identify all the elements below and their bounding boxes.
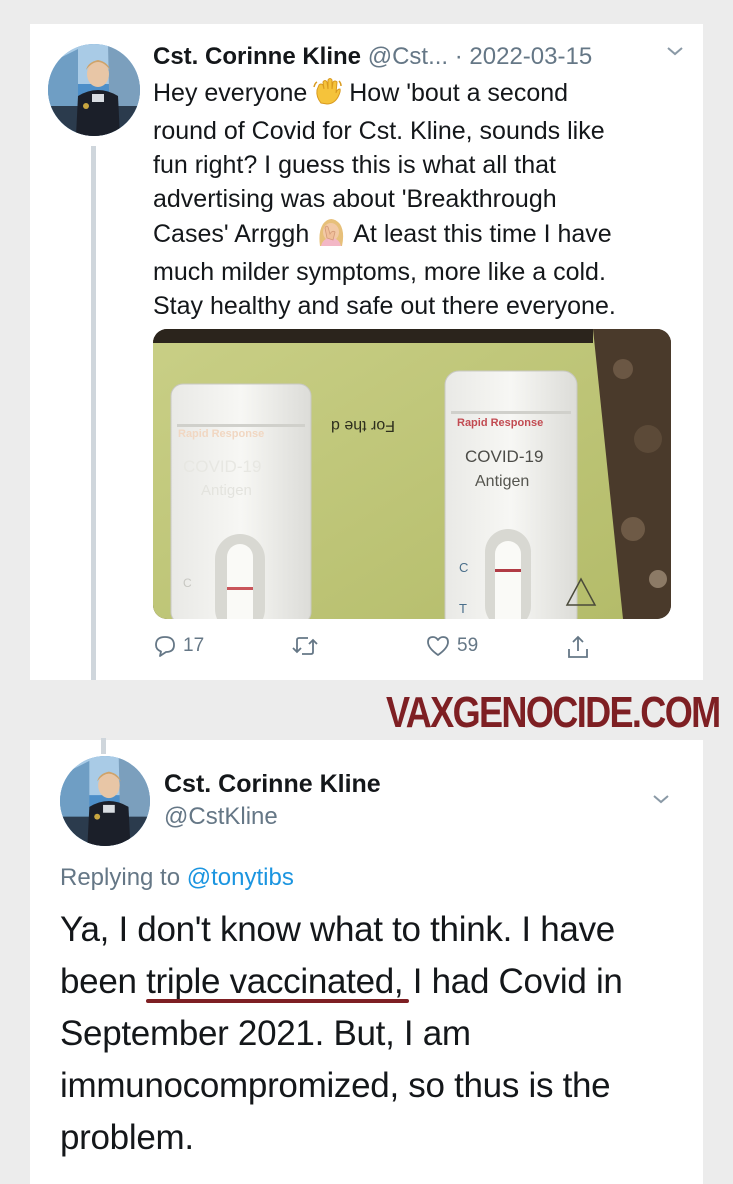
right-test-subtitle: Antigen	[475, 473, 529, 490]
author-name[interactable]: Cst. Corinne Kline	[164, 770, 381, 799]
chevron-down-icon[interactable]	[652, 792, 670, 810]
left-test-cassette	[170, 383, 312, 619]
share-icon	[565, 634, 591, 660]
replying-prefix: Replying to	[60, 864, 187, 891]
heart-icon	[425, 634, 451, 658]
watermark-text: VAXGENOCIDE.COM	[386, 688, 721, 737]
tweet-line: fun right? I guess this is what all that	[153, 151, 556, 179]
tweet-line: Stay healthy and safe out there everyone…	[153, 292, 616, 320]
paper-text: For the d	[331, 417, 395, 434]
left-test-label: Rapid Response	[178, 428, 264, 440]
share-button[interactable]	[565, 634, 591, 660]
author-handle[interactable]: @CstKline	[164, 803, 278, 831]
reply-icon	[153, 634, 177, 658]
tweet-line: much milder symptoms, more like a cold.	[153, 258, 606, 286]
retweet-button[interactable]	[291, 634, 325, 658]
left-test-c-mark: C	[183, 576, 192, 590]
thread-line	[101, 738, 106, 754]
tweet-line: advertising was about 'Breakthrough	[153, 185, 557, 213]
tweet-line: problem.	[60, 1118, 194, 1157]
tweet-header: Cst. Corinne Kline @Cst... · 2022-03-15	[153, 42, 592, 72]
tweet-card-1[interactable]: Cst. Corinne Kline @Cst... · 2022-03-15 …	[30, 24, 703, 680]
right-test-label: Rapid Response	[457, 417, 543, 429]
like-button[interactable]: 59	[425, 634, 478, 658]
tweet-line: been triple vaccinated, I had Covid in	[60, 962, 623, 1003]
facepalm-emoji	[315, 216, 347, 255]
tweet-line: round of Covid for Cst. Kline, sounds li…	[153, 117, 605, 145]
avatar[interactable]	[60, 756, 150, 846]
like-count: 59	[457, 635, 479, 656]
tweet-actions: 17 59	[153, 634, 673, 666]
author-handle[interactable]: @Cst...	[368, 43, 448, 70]
tweet-line: Ya, I don't know what to think. I have	[60, 910, 615, 949]
waving-hand-emoji	[313, 77, 343, 114]
underline-mark	[146, 999, 410, 1003]
tweet-date[interactable]: 2022-03-15	[469, 43, 592, 70]
thread-line	[91, 146, 96, 680]
reply-button[interactable]: 17	[153, 634, 204, 658]
tweet-photo[interactable]: Rapid Response COVID-19 Antigen C For th…	[153, 329, 671, 619]
right-test-c-mark: C	[459, 560, 468, 575]
tweet-text: Ya, I don't know what to think. I have b…	[60, 904, 680, 1164]
replying-to: Replying to @tonytibs	[60, 864, 294, 892]
tweet-line: immunocompromized, so thus is the	[60, 1066, 611, 1105]
reply-count: 17	[183, 635, 205, 656]
right-test-title: COVID-19	[465, 447, 543, 466]
right-test-t-mark: T	[459, 601, 467, 616]
avatar[interactable]	[48, 44, 140, 136]
left-test-subtitle: Antigen	[201, 482, 252, 499]
author-name[interactable]: Cst. Corinne Kline	[153, 43, 361, 70]
header-separator: ·	[448, 43, 470, 70]
right-test-cassette	[444, 370, 597, 619]
retweet-icon	[291, 634, 319, 658]
left-test-title: COVID-19	[183, 457, 261, 476]
tweet-text: Hey everyone How 'bout a second round of …	[153, 76, 693, 323]
chevron-down-icon[interactable]	[666, 44, 684, 62]
tweet-line: Hey everyone How 'bout a second	[153, 76, 693, 114]
tweet-card-2[interactable]: Cst. Corinne Kline @CstKline Replying to…	[30, 740, 703, 1184]
tweet-line: Cases' Arrggh At least this time I have	[153, 216, 693, 255]
underlined-phrase: triple vaccinated,	[146, 962, 410, 1003]
tweet-line: September 2021. But, I am	[60, 1014, 471, 1053]
mention-link[interactable]: @tonytibs	[187, 864, 294, 891]
